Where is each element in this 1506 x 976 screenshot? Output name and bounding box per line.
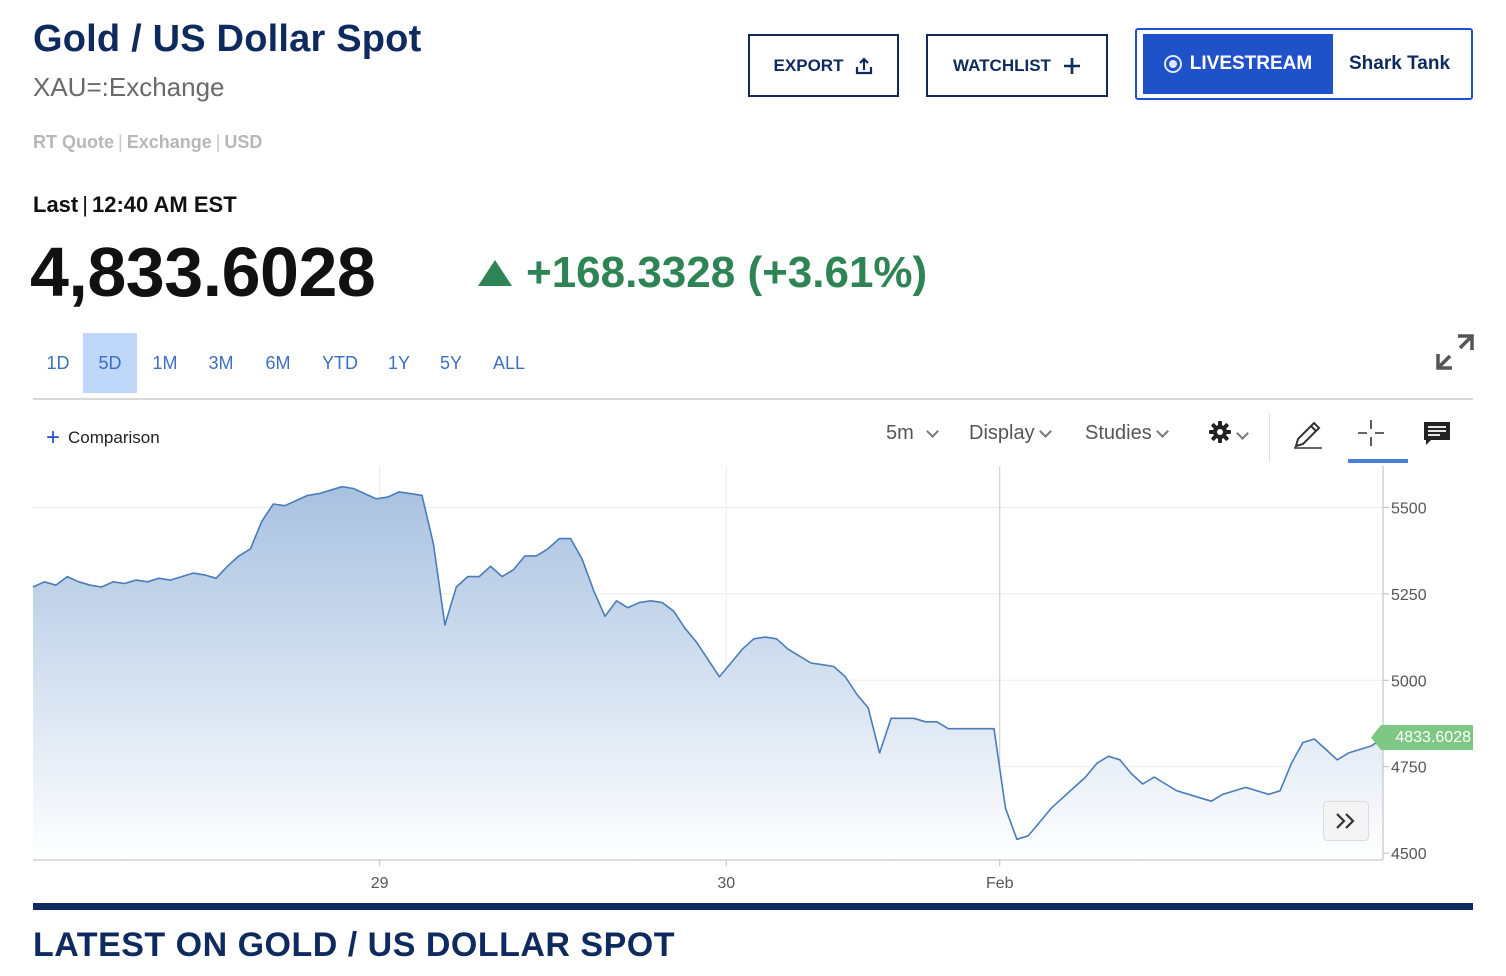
export-button[interactable]: EXPORT — [748, 34, 899, 97]
last-trade-line: Last | 12:40 AM EST — [33, 192, 237, 218]
range-tab-5y[interactable]: 5Y — [425, 333, 477, 393]
page-title: Gold / US Dollar Spot — [33, 18, 422, 60]
comparison-button[interactable]: + Comparison — [46, 426, 160, 450]
last-time: 12:40 AM EST — [91, 192, 237, 217]
crosshair-icon[interactable] — [1356, 418, 1386, 453]
series-area — [33, 486, 1383, 860]
display-label: Display — [969, 422, 1035, 444]
interval-label: 5m — [886, 422, 914, 444]
change-value: +168.3328 (+3.61%) — [526, 248, 928, 297]
studies-label: Studies — [1085, 422, 1152, 444]
studies-dropdown[interactable]: Studies — [1085, 422, 1169, 445]
section-divider — [33, 903, 1473, 910]
exchange-label: Exchange — [126, 132, 212, 152]
quote-type: RT Quote — [33, 132, 114, 152]
settings-dropdown[interactable] — [1208, 420, 1249, 450]
settings-icon — [1208, 420, 1232, 450]
pencil-icon[interactable] — [1292, 418, 1324, 455]
export-label: EXPORT — [773, 55, 844, 75]
range-tab-1y[interactable]: 1Y — [373, 333, 425, 393]
comment-icon[interactable] — [1423, 420, 1451, 453]
livestream-label: LIVESTREAM — [1189, 53, 1313, 74]
y-tick-label: 5500 — [1391, 500, 1427, 517]
price-chart[interactable]: 5500 5250 5000 4750 4500 29 30 Feb — [0, 460, 1506, 900]
symbol-label: XAU=:Exchange — [33, 72, 225, 102]
range-tab-ytd[interactable]: YTD — [307, 333, 373, 393]
range-tab-all[interactable]: ALL — [477, 333, 541, 393]
last-price: 4,833.6028 — [30, 233, 376, 311]
x-tick-label: Feb — [986, 875, 1014, 892]
watchlist-button[interactable]: WATCHLIST — [926, 34, 1108, 97]
latest-heading: LATEST ON GOLD / US DOLLAR SPOT — [33, 926, 675, 964]
last-price-tag-value: 4833.6028 — [1395, 728, 1471, 746]
chevron-down-icon — [1236, 426, 1249, 440]
last-label: Last — [33, 192, 79, 217]
watchlist-label: WATCHLIST — [953, 55, 1051, 75]
export-icon — [855, 56, 873, 75]
shark-tank-link[interactable]: Shark Tank — [1349, 53, 1450, 75]
y-tick-label: 5250 — [1391, 587, 1427, 604]
up-arrow-icon — [478, 260, 512, 286]
interval-dropdown[interactable]: 5m — [886, 422, 939, 445]
chevron-down-icon — [1038, 425, 1052, 438]
range-tab-5d[interactable]: 5D — [83, 333, 137, 393]
x-tick-label: 30 — [717, 875, 735, 892]
plus-icon — [1063, 57, 1081, 75]
y-tick-label: 4750 — [1391, 760, 1427, 777]
x-tick-label: 29 — [371, 875, 389, 892]
live-indicator-icon — [1163, 55, 1182, 73]
range-tab-6m[interactable]: 6M — [249, 333, 307, 393]
separator: | — [215, 132, 221, 152]
y-tick-label: 4500 — [1391, 846, 1427, 863]
livestream-widget: LIVESTREAM Shark Tank — [1135, 28, 1473, 100]
display-dropdown[interactable]: Display — [969, 422, 1052, 445]
scroll-forward-button[interactable] — [1323, 801, 1369, 841]
currency-label: USD — [224, 132, 263, 152]
double-chevron-right-icon — [1336, 813, 1355, 829]
separator: | — [118, 132, 123, 152]
range-tabs: 1D 5D 1M 3M 6M YTD 1Y 5Y ALL — [33, 333, 541, 393]
last-price-tag: 4833.6028 — [1371, 725, 1473, 750]
quote-meta: RT Quote | Exchange | USD — [33, 132, 262, 153]
price-change: +168.3328 (+3.61%) — [478, 248, 927, 298]
plus-icon: + — [46, 424, 61, 451]
divider — [33, 398, 1473, 400]
livestream-button[interactable]: LIVESTREAM — [1143, 34, 1333, 94]
expand-icon[interactable] — [1434, 332, 1476, 372]
chevron-down-icon — [925, 425, 939, 438]
range-tab-1m[interactable]: 1M — [137, 333, 193, 393]
toolbar-separator — [1269, 414, 1270, 462]
y-tick-label: 5000 — [1391, 673, 1427, 690]
separator: | — [82, 192, 88, 217]
chevron-down-icon — [1155, 425, 1169, 438]
range-tab-1d[interactable]: 1D — [33, 333, 83, 393]
comparison-label: Comparison — [68, 428, 160, 447]
range-tab-3m[interactable]: 3M — [193, 333, 249, 393]
